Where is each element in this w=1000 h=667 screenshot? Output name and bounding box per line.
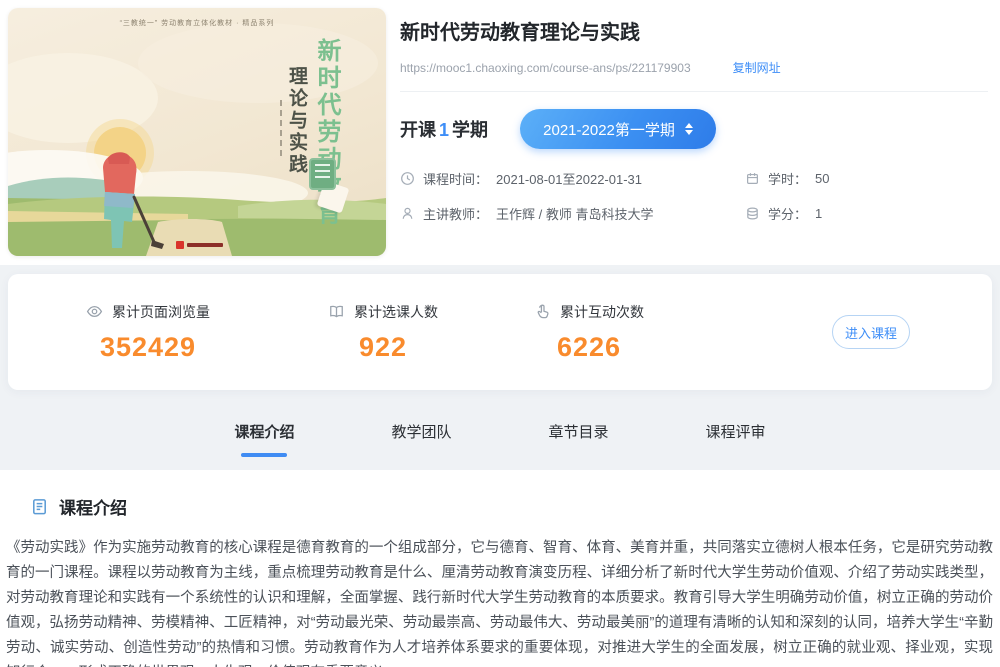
course-time-label: 课程时间：: [423, 169, 488, 188]
course-url: https://mooc1.chaoxing.com/course-ans/ps…: [400, 61, 691, 75]
cover-publisher-seal: [309, 158, 336, 190]
meta-course-time: 课程时间： 2021-08-01至2022-01-31: [400, 169, 745, 188]
semester-suffix: 学期: [452, 120, 488, 140]
course-intro-section: 课程介绍 《劳动实践》作为实施劳动教育的核心课程是德育教育的一个组成部分，它与德…: [0, 470, 1000, 667]
calendar-icon: [745, 171, 760, 186]
course-meta: 课程时间： 2021-08-01至2022-01-31 学时： 50 主讲教师： 王作…: [400, 169, 988, 223]
semester-prefix: 开课: [400, 120, 436, 140]
course-cover-image: “三教统一” 劳动教育立体化教材 · 精品系列 新时代劳动教育 理论与实践: [8, 8, 386, 256]
tap-icon: [534, 303, 551, 320]
stats-card: 累计页面浏览量 352429 累计选课人数 922 累计互动次数 6226 进入…: [8, 274, 992, 390]
stats-and-tabs-section: 累计页面浏览量 352429 累计选课人数 922 累计互动次数 6226 进入…: [0, 265, 1000, 470]
cover-series-caption: “三教统一” 劳动教育立体化教材 · 精品系列: [8, 18, 386, 28]
tab-course-intro[interactable]: 课程介绍: [234, 421, 294, 457]
person-icon: [400, 206, 415, 221]
stat-label: 累计互动次数: [560, 302, 644, 322]
stat-interactions: 累计互动次数 6226: [534, 302, 644, 363]
book-icon: [328, 303, 345, 320]
course-header: “三教统一” 劳动教育立体化教材 · 精品系列 新时代劳动教育 理论与实践 新时…: [0, 0, 1000, 265]
semester-selected-value: 2021-2022第一学期: [543, 119, 675, 140]
cover-publisher-logo: [176, 241, 223, 249]
document-icon: [30, 497, 49, 516]
stat-enrolled: 累计选课人数 922: [328, 302, 438, 363]
stat-label: 累计页面浏览量: [112, 302, 210, 322]
course-tabs: 课程介绍 教学团队 章节目录 课程评审: [8, 421, 992, 457]
clock-icon: [400, 171, 415, 186]
copy-url-link[interactable]: 复制网址: [733, 59, 781, 76]
teacher-value: 王作辉 / 教师 青岛科技大学: [496, 204, 653, 223]
course-time-value: 2021-08-01至2022-01-31: [496, 169, 642, 188]
stat-label: 累计选课人数: [354, 302, 438, 322]
stat-value: 352429: [100, 332, 196, 363]
intro-heading-row: 课程介绍: [30, 494, 1000, 519]
meta-hours: 学时： 50: [745, 169, 988, 188]
semester-row: 开课1学期 2021-2022第一学期: [400, 109, 988, 149]
credit-label: 学分：: [768, 204, 807, 223]
stat-page-views-labelrow: 累计页面浏览量: [86, 302, 210, 322]
course-title: 新时代劳动教育理论与实践: [400, 0, 988, 45]
tab-teaching-team[interactable]: 教学团队: [391, 421, 451, 457]
cover-author-line: [280, 100, 282, 156]
stat-interactions-labelrow: 累计互动次数: [534, 302, 644, 322]
tab-chapter-list[interactable]: 章节目录: [549, 421, 609, 457]
meta-teacher: 主讲教师： 王作辉 / 教师 青岛科技大学: [400, 204, 745, 223]
hours-label: 学时：: [768, 169, 807, 188]
eye-icon: [86, 303, 103, 320]
stat-page-views: 累计页面浏览量 352429: [86, 302, 210, 363]
course-info: 新时代劳动教育理论与实践 https://mooc1.chaoxing.com/…: [400, 0, 988, 223]
credits-icon: [745, 206, 760, 221]
semester-select[interactable]: 2021-2022第一学期: [520, 109, 716, 149]
meta-credit: 学分： 1: [745, 204, 988, 223]
teacher-label: 主讲教师：: [423, 204, 488, 223]
semester-count: 1: [436, 120, 452, 140]
chevron-updown-icon: [685, 123, 693, 135]
stat-enrolled-labelrow: 累计选课人数: [328, 302, 438, 322]
course-url-row: https://mooc1.chaoxing.com/course-ans/ps…: [400, 59, 988, 76]
intro-heading: 课程介绍: [59, 494, 127, 519]
hours-value: 50: [815, 171, 829, 186]
semester-label: 开课1学期: [400, 116, 488, 142]
stat-value: 6226: [557, 332, 621, 363]
stat-value: 922: [359, 332, 407, 363]
divider: [400, 91, 988, 92]
intro-paragraph: 《劳动实践》作为实施劳动教育的核心课程是德育教育的一个组成部分，它与德育、智育、…: [6, 536, 993, 667]
credit-value: 1: [815, 206, 822, 221]
enter-course-button[interactable]: 进入课程: [832, 315, 910, 349]
cover-title-sub: 理论与实践: [283, 66, 310, 176]
tab-course-review[interactable]: 课程评审: [706, 421, 766, 457]
